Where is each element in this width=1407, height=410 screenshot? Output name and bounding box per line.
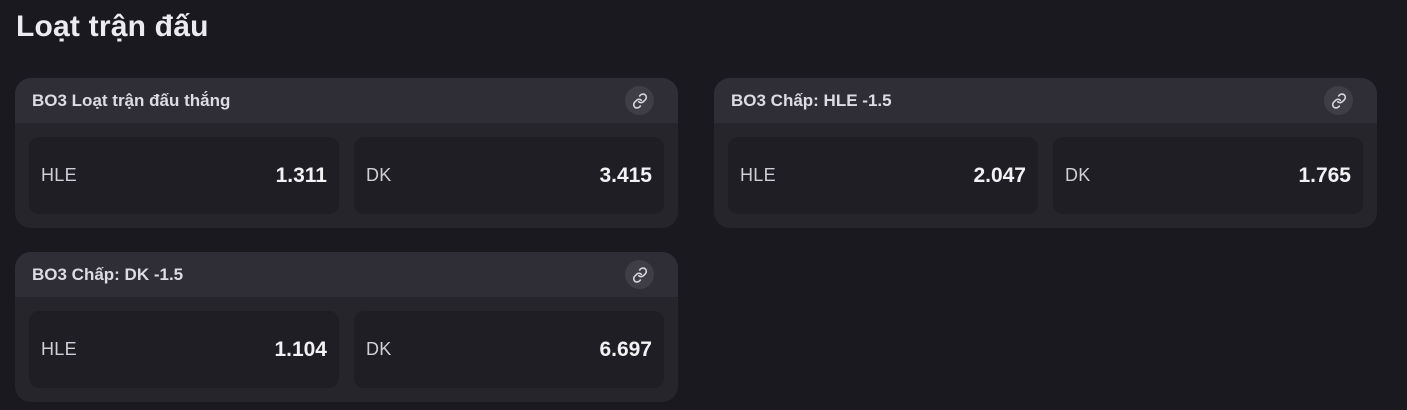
odd-button-dk[interactable]: DK 1.765 xyxy=(1053,137,1363,214)
team-name: HLE xyxy=(41,339,77,359)
match-series-page: Loạt trận đấu BO3 Loạt trận đấu thắng HL… xyxy=(0,0,1407,410)
team-name: DK xyxy=(366,339,392,359)
odd-button-hle[interactable]: HLE 1.104 xyxy=(29,311,339,388)
link-icon xyxy=(632,266,647,283)
odd-button-dk[interactable]: DK 3.415 xyxy=(354,137,664,214)
copy-link-button[interactable] xyxy=(625,260,654,289)
copy-link-button[interactable] xyxy=(1324,86,1353,115)
section-title: Loạt trận đấu xyxy=(16,10,209,43)
market-card-header: BO3 Chấp: HLE -1.5 xyxy=(714,78,1377,123)
market-title: BO3 Chấp: HLE -1.5 xyxy=(731,90,892,110)
odd-button-hle[interactable]: HLE 1.311 xyxy=(29,137,339,214)
market-card-header: BO3 Loạt trận đấu thắng xyxy=(15,78,678,123)
copy-link-button[interactable] xyxy=(625,86,654,115)
odd-value: 6.697 xyxy=(599,337,652,361)
team-name: HLE xyxy=(41,165,77,185)
market-options: HLE 2.047 DK 1.765 xyxy=(714,123,1377,214)
team-name: DK xyxy=(1065,165,1091,185)
team-name: HLE xyxy=(740,165,776,185)
market-card-handicap-dk: BO3 Chấp: DK -1.5 HLE 1.104 DK 6.697 xyxy=(15,252,678,402)
team-name: DK xyxy=(366,165,392,185)
market-card-handicap-hle: BO3 Chấp: HLE -1.5 HLE 2.047 DK 1.765 xyxy=(714,78,1377,228)
odd-button-hle[interactable]: HLE 2.047 xyxy=(728,137,1038,214)
market-options: HLE 1.104 DK 6.697 xyxy=(15,297,678,388)
odd-value: 2.047 xyxy=(973,163,1026,187)
odd-button-dk[interactable]: DK 6.697 xyxy=(354,311,664,388)
odd-value: 1.104 xyxy=(274,337,327,361)
odd-value: 3.415 xyxy=(599,163,652,187)
market-title: BO3 Loạt trận đấu thắng xyxy=(32,90,231,110)
market-card-header: BO3 Chấp: DK -1.5 xyxy=(15,252,678,297)
market-card-series-winner: BO3 Loạt trận đấu thắng HLE 1.311 DK 3.4… xyxy=(15,78,678,228)
odd-value: 1.311 xyxy=(275,163,327,187)
market-options: HLE 1.311 DK 3.415 xyxy=(15,123,678,214)
odd-value: 1.765 xyxy=(1298,163,1351,187)
link-icon xyxy=(1331,92,1346,109)
market-title: BO3 Chấp: DK -1.5 xyxy=(32,264,184,284)
link-icon xyxy=(632,92,647,109)
